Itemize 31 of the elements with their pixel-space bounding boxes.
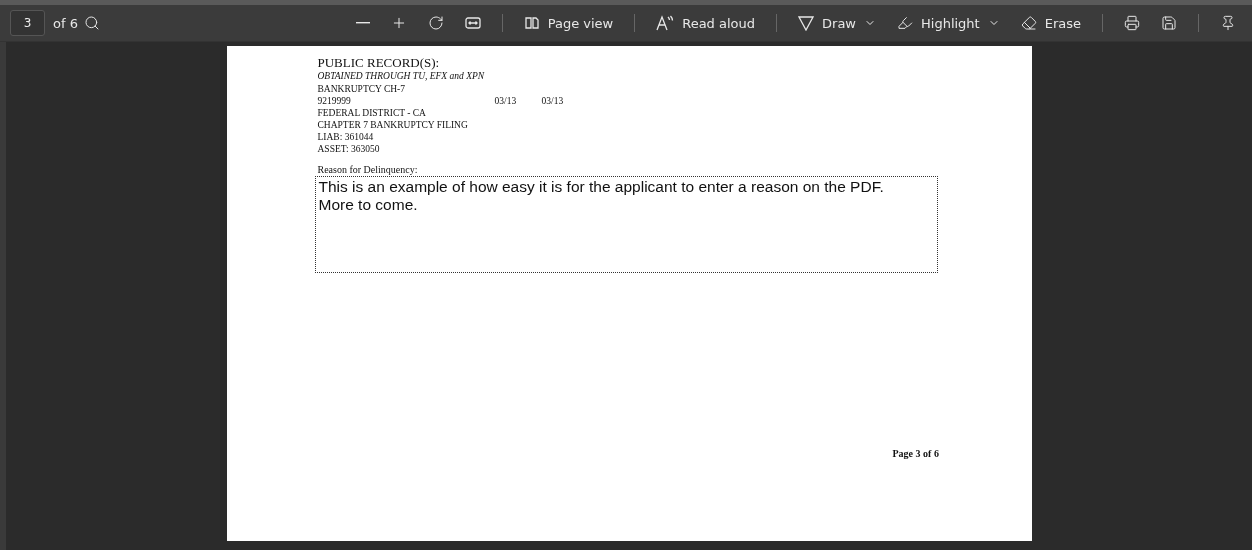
minus-icon — [355, 22, 370, 24]
record-text: 03/13 — [494, 95, 518, 107]
page-view-button[interactable]: Page view — [517, 11, 620, 35]
highlighter-icon — [897, 15, 913, 31]
record-text: ASSET: 363050 — [317, 143, 381, 155]
reason-field[interactable]: This is an example of how easy it is for the applicant to enter a reason on the PDF. More to come. — [314, 176, 938, 273]
section-subheading: OBTAINED THROUGH TU, EFX and XPN — [317, 70, 485, 83]
page-footer: Page 3 of 6 — [892, 448, 939, 459]
erase-button[interactable]: Erase — [1014, 11, 1087, 35]
record-text: FEDERAL DISTRICT - CA — [317, 107, 427, 119]
record-text: LIAB: 361044 — [317, 131, 375, 143]
record-text: CHAPTER 7 BANKRUPTCY FILING — [317, 119, 469, 131]
page-number-field[interactable]: 3 — [10, 10, 45, 36]
book-icon — [523, 16, 540, 30]
save-icon — [1161, 15, 1177, 31]
printer-icon — [1124, 15, 1140, 31]
pin-icon — [1220, 15, 1236, 31]
record-text: 03/13 — [541, 95, 564, 107]
draw-button[interactable]: Draw — [792, 11, 882, 35]
field-label: Reason for Delinquency: — [317, 164, 418, 176]
record-text: 9219999 — [317, 95, 352, 107]
page-count: of 6 — [53, 15, 78, 31]
fit-width-icon — [464, 16, 481, 30]
read-aloud-button[interactable]: Read aloud — [650, 11, 762, 35]
read-aloud-icon — [656, 15, 675, 31]
rotate-icon — [427, 15, 444, 31]
section-heading: PUBLIC RECORD(S): — [317, 55, 440, 70]
highlight-button[interactable]: Highlight — [891, 11, 1006, 35]
search-icon — [83, 15, 100, 31]
eraser-icon — [1020, 15, 1037, 31]
record-text: BANKRUPTCY CH-7 — [317, 83, 407, 95]
